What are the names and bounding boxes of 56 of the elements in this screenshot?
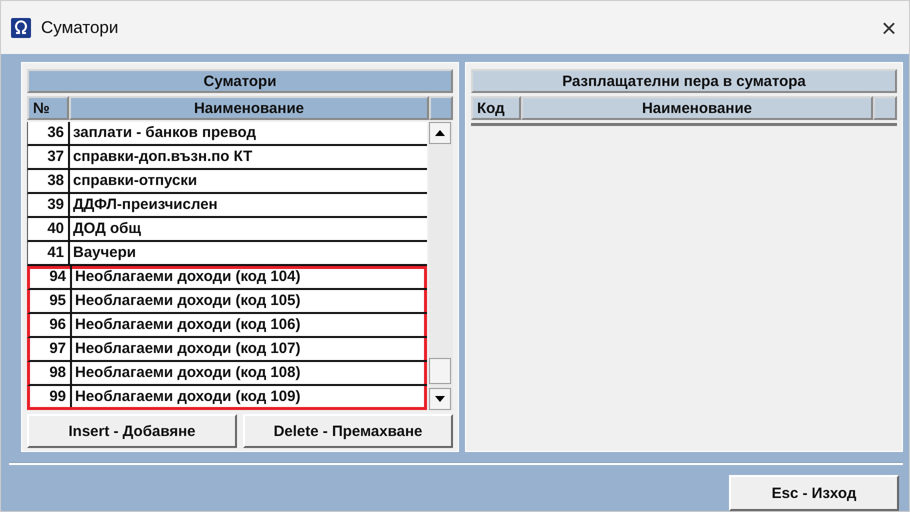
table-row[interactable]: 99 Необлагаеми доходи (код 109) [27, 386, 427, 410]
number-cell: 97 [30, 338, 72, 360]
table-row[interactable]: 38 справки-отпуски [27, 170, 427, 194]
panel-header: Разплащателни пера в суматора [471, 69, 897, 93]
scrollbar[interactable] [429, 122, 453, 410]
name-cell-text: Необлагаеми доходи (код 105) [74, 291, 302, 311]
scroll-down-button[interactable] [429, 388, 451, 410]
number-cell: 95 [30, 290, 72, 312]
name-cell-text: Необлагаеми доходи (код 109) [74, 387, 302, 407]
scroll-up-button[interactable] [429, 122, 451, 144]
column-header: № [27, 96, 69, 120]
name-cell-text: Ваучери [72, 243, 137, 263]
up-triangle-icon [435, 130, 445, 136]
number-cell: 38 [28, 170, 70, 192]
table-row[interactable]: 97 Необлагаеми доходи (код 107) [27, 338, 427, 362]
name-cell-text: ДДФЛ-преизчислен [72, 195, 219, 215]
down-triangle-icon [435, 396, 445, 402]
name-cell-text: справки-доп.възн.по КТ [72, 147, 254, 167]
table-row[interactable]: 40 ДОД общ [27, 218, 427, 242]
number-cell: 41 [28, 242, 70, 264]
scroll-thumb[interactable] [429, 358, 451, 384]
number-cell: 99 [30, 386, 72, 407]
name-cell-text: Необлагаеми доходи (код 108) [74, 363, 302, 383]
column-header: Код [471, 96, 521, 120]
number-cell: 39 [28, 194, 70, 216]
number-cell: 37 [28, 146, 70, 168]
window-title: Суматори [41, 18, 120, 38]
name-cell-text: ДОД общ [72, 219, 142, 239]
table-row[interactable]: 94 Необлагаеми доходи (код 104) [27, 266, 427, 290]
table-row[interactable]: 37 справки-доп.възн.по КТ [27, 146, 427, 170]
table-row[interactable]: 98 Необлагаеми доходи (код 108) [27, 362, 427, 386]
column-header: Наименование [69, 96, 429, 120]
action-button[interactable]: Delete - Премахване [243, 414, 453, 448]
table-row[interactable]: 96 Необлагаеми доходи (код 106) [27, 314, 427, 338]
table-row[interactable]: 36 заплати - банков превод [27, 122, 427, 146]
close-button[interactable]: × [869, 14, 909, 40]
name-cell-text: Необлагаеми доходи (код 106) [74, 315, 302, 335]
panel-header: Суматори [27, 69, 453, 93]
column-header-blank [873, 96, 897, 120]
action-button[interactable]: Insert - Добавяне [27, 414, 237, 448]
number-cell: 96 [30, 314, 72, 336]
table-row[interactable]: 39 ДДФЛ-преизчислен [27, 194, 427, 218]
exit-button[interactable]: Esc - Изход [729, 475, 899, 511]
table-row[interactable]: 95 Необлагаеми доходи (код 105) [27, 290, 427, 314]
column-header: Наименование [521, 96, 873, 120]
number-cell: 36 [28, 122, 70, 144]
table-row[interactable]: 41 Ваучери [27, 242, 427, 266]
name-cell-text: Необлагаеми доходи (код 107) [74, 339, 302, 359]
number-cell: 94 [30, 266, 72, 288]
number-cell: 40 [28, 218, 70, 240]
name-cell-text: справки-отпуски [72, 171, 198, 191]
app-logo-icon [11, 18, 31, 38]
number-cell: 98 [30, 362, 72, 384]
name-cell-text: заплати - банков превод [72, 123, 258, 143]
name-cell-text: Необлагаеми доходи (код 104) [74, 267, 302, 287]
column-header-blank [429, 96, 453, 120]
